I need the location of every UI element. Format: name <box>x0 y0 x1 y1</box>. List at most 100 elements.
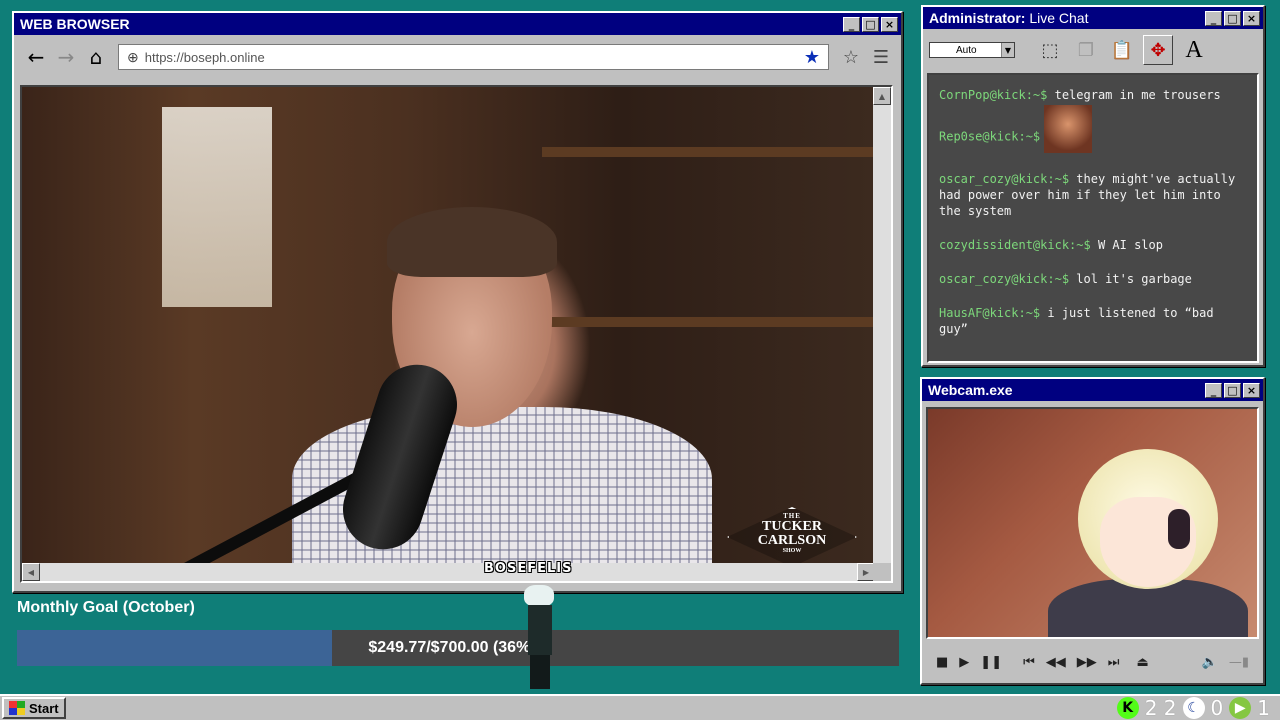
maximize-button[interactable]: □ <box>1224 10 1241 26</box>
paste-icon[interactable]: 📋 <box>1107 35 1137 65</box>
goal-progress-bar: $249.77/$700.00 (36%) <box>17 630 899 666</box>
chat-message: cozydissident@kick:~$ W AI slop <box>939 237 1247 253</box>
chat-username[interactable]: CornPop@kick:~$ <box>939 88 1047 102</box>
chat-toolbar: Auto ▼ ⬚ ❐ 📋 ✥ A <box>923 29 1263 71</box>
webcam-view <box>926 407 1259 639</box>
chat-message: Rep0se@kick:~$ <box>939 105 1247 153</box>
sprite-hair <box>524 585 554 607</box>
system-tray: K 2 2 ☾ 0 ▶ 1 <box>1116 696 1278 720</box>
webcam-titlebar[interactable]: Webcam.exe _ □ × <box>922 379 1263 401</box>
windows-logo-icon <box>9 701 25 715</box>
chevron-down-icon[interactable]: ▼ <box>1001 43 1014 57</box>
move-icon[interactable]: ✥ <box>1143 35 1173 65</box>
horizontal-scrollbar[interactable]: ◀ ▶ <box>22 563 875 581</box>
webcam-window: Webcam.exe _ □ × ■ ▶ ❚❚ ⏮ ◀◀ ▶▶ ⏭ ⏏ 🔈 —▮ <box>920 377 1265 685</box>
minimize-button[interactable]: _ <box>1205 10 1222 26</box>
scroll-left-icon[interactable]: ◀ <box>22 563 40 581</box>
moon-count: 0 <box>1210 696 1224 720</box>
scrollbar-corner <box>873 563 891 581</box>
chat-emote-image <box>1044 105 1093 153</box>
maximize-button[interactable]: □ <box>862 16 879 32</box>
chat-username[interactable]: cozydissident@kick:~$ <box>939 238 1091 252</box>
browser-toolbar: ← → ⌂ ⊕ https://boseph.online ★ ☆ ☰ <box>14 35 901 79</box>
browser-title: WEB BROWSER <box>20 16 130 32</box>
font-icon[interactable]: A <box>1179 35 1209 65</box>
browser-titlebar[interactable]: WEB BROWSER _ □ × <box>14 13 901 35</box>
chat-text: telegram in me trousers <box>1047 88 1221 102</box>
chat-username[interactable]: oscar_cozy@kick:~$ <box>939 172 1069 186</box>
close-button[interactable]: × <box>1243 382 1260 398</box>
kick-count: 2 2 <box>1144 696 1177 720</box>
sprite-legs <box>530 655 550 689</box>
webcam-title: Webcam.exe <box>928 382 1013 398</box>
pause-icon[interactable]: ❚❚ <box>980 655 1002 670</box>
close-button[interactable]: × <box>1243 10 1260 26</box>
chat-title-bold: Administrator: <box>929 10 1026 26</box>
video-shelf <box>542 147 875 157</box>
skip-next-icon[interactable]: ⏭ <box>1108 655 1120 670</box>
rewind-icon[interactable]: ◀◀ <box>1046 655 1066 670</box>
chat-username[interactable]: HausAF@kick:~$ <box>939 306 1040 320</box>
chat-text: lol it's garbage <box>1069 272 1192 286</box>
chat-titlebar[interactable]: Administrator: Live Chat _ □ × <box>923 7 1263 29</box>
copy-icon[interactable]: ❐ <box>1071 35 1101 65</box>
pixel-avatar-sprite <box>518 585 562 691</box>
rumble-icon[interactable]: ▶ <box>1229 697 1252 719</box>
goal-title: Monthly Goal (October) <box>17 599 195 616</box>
address-bar[interactable]: ⊕ https://boseph.online ★ <box>118 44 829 70</box>
video-player[interactable]: THE TUCKER CARLSON SHOW <box>22 87 875 565</box>
vertical-scrollbar[interactable]: ▲ <box>873 87 891 565</box>
taskbar: Start K 2 2 ☾ 0 ▶ 1 <box>0 694 1280 720</box>
menu-icon[interactable]: ☰ <box>867 43 895 71</box>
browser-window: WEB BROWSER _ □ × ← → ⌂ ⊕ https://boseph… <box>12 11 903 593</box>
bookmark-star-icon[interactable]: ★ <box>804 47 820 68</box>
forward-arrow-icon[interactable]: → <box>52 43 80 71</box>
volume-icon[interactable]: 🔈 <box>1202 655 1218 670</box>
logo-line: TUCKER <box>762 519 822 534</box>
chat-message: CornPop@kick:~$ telegram in me trousers <box>939 87 1247 103</box>
avatar-headphones <box>1168 509 1190 549</box>
stop-icon[interactable]: ■ <box>936 655 948 670</box>
minimize-button[interactable]: _ <box>843 16 860 32</box>
chat-message: oscar_cozy@kick:~$ lol it's garbage <box>939 271 1247 287</box>
scroll-up-icon[interactable]: ▲ <box>873 87 891 105</box>
font-size-value: Auto <box>956 44 977 56</box>
chat-message: HausAF@kick:~$ i just listened to “bad g… <box>939 305 1247 337</box>
media-controls: ■ ▶ ❚❚ ⏮ ◀◀ ▶▶ ⏭ ⏏ 🔈 —▮ <box>926 647 1259 677</box>
home-icon[interactable]: ⌂ <box>82 43 110 71</box>
chat-text: W AI slop <box>1090 238 1163 252</box>
select-marquee-icon[interactable]: ⬚ <box>1035 35 1065 65</box>
volume-slider[interactable]: —▮ <box>1229 655 1249 670</box>
logo-line: CARLSON <box>757 533 827 548</box>
browser-content: THE TUCKER CARLSON SHOW ▲ ◀ ▶ <box>20 85 893 583</box>
close-button[interactable]: × <box>881 16 898 32</box>
moon-icon[interactable]: ☾ <box>1182 697 1205 719</box>
minimize-button[interactable]: _ <box>1205 382 1222 398</box>
play-icon[interactable]: ▶ <box>959 655 969 670</box>
chat-title-rest: Live Chat <box>1025 10 1089 26</box>
chat-window: Administrator: Live Chat _ □ × Auto ▼ ⬚ … <box>921 5 1265 367</box>
logo-line: SHOW <box>782 548 802 554</box>
fast-forward-icon[interactable]: ▶▶ <box>1077 655 1097 670</box>
chat-message: oscar_cozy@kick:~$ they might've actuall… <box>939 171 1247 219</box>
video-person-hair <box>387 207 557 277</box>
chat-messages: CornPop@kick:~$ telegram in me trousers R… <box>927 73 1259 363</box>
video-shelf <box>542 317 875 327</box>
chat-username[interactable]: Rep0se@kick:~$ <box>939 130 1040 144</box>
start-button[interactable]: Start <box>2 697 66 719</box>
skip-previous-icon[interactable]: ⏮ <box>1023 655 1035 670</box>
back-arrow-icon[interactable]: ← <box>22 43 50 71</box>
maximize-button[interactable]: □ <box>1224 382 1241 398</box>
chat-title: Administrator: Live Chat <box>929 10 1203 26</box>
chat-username[interactable]: oscar_cozy@kick:~$ <box>939 272 1069 286</box>
goal-progress-label: $249.77/$700.00 (36%) <box>368 639 536 656</box>
favorites-star-icon[interactable]: ☆ <box>837 43 865 71</box>
video-window-light <box>162 107 272 307</box>
start-label: Start <box>29 700 59 716</box>
font-size-select[interactable]: Auto ▼ <box>929 42 1015 58</box>
rumble-count: 1 <box>1257 696 1270 720</box>
sprite-body <box>528 605 552 655</box>
kick-icon[interactable]: K <box>1116 697 1139 719</box>
eject-icon[interactable]: ⏏ <box>1137 655 1149 670</box>
show-logo: THE TUCKER CARLSON SHOW <box>727 507 857 565</box>
